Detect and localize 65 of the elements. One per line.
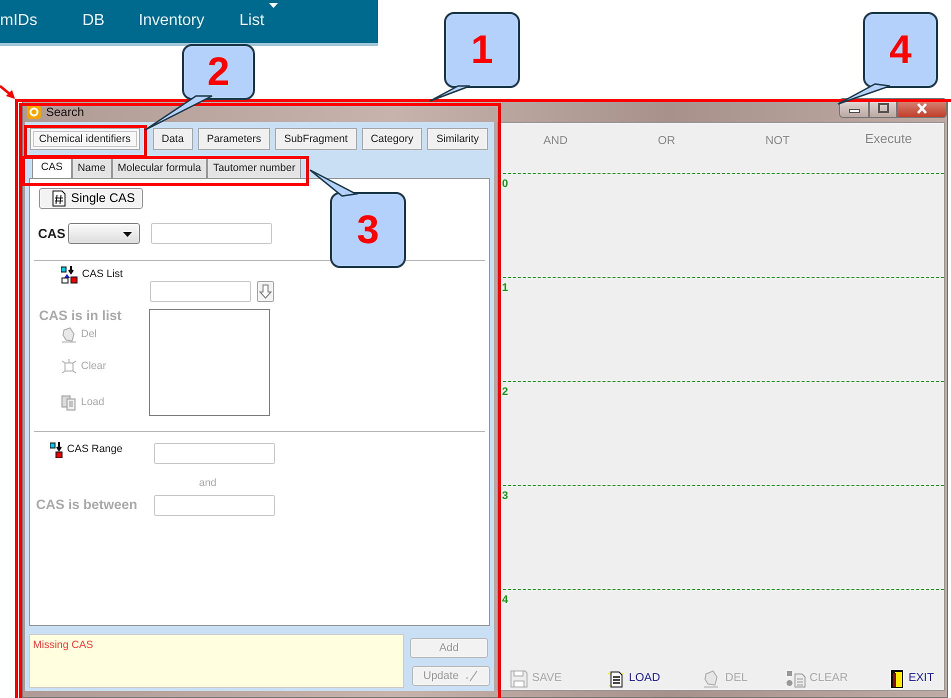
- callout: 2: [182, 44, 255, 100]
- input-field[interactable]: [150, 281, 251, 302]
- callout: 1: [444, 12, 520, 88]
- hash-document-icon: [52, 190, 66, 207]
- toolbar-button[interactable]: EXIT: [890, 669, 934, 689]
- column-heading: Execute: [864, 130, 913, 148]
- tab[interactable]: Category: [362, 128, 422, 150]
- field-label: CAS: [38, 224, 66, 243]
- lane-number: 2: [502, 386, 508, 398]
- toolbar-button[interactable]: List: [239, 9, 278, 43]
- callout-pointer: [310, 170, 356, 196]
- section-heading: CAS is between: [36, 496, 138, 514]
- input-field[interactable]: [154, 495, 275, 516]
- app-icon: [27, 105, 41, 119]
- maximize-icon: [878, 103, 888, 113]
- lane-number: 3: [502, 490, 508, 502]
- arrow: [0, 84, 16, 100]
- caret-icon: [123, 232, 132, 237]
- callout: 3: [330, 192, 406, 268]
- check-icon: [464, 670, 479, 682]
- column-heading: AND: [542, 134, 569, 149]
- callout-pointer: [145, 96, 212, 130]
- range-icon: [50, 442, 63, 458]
- callout: 4: [863, 12, 938, 88]
- close-icon: [917, 102, 927, 114]
- status-message: Missing CAS: [29, 634, 404, 688]
- tab[interactable]: Name: [72, 158, 112, 178]
- document-icon: [606, 670, 625, 688]
- tab[interactable]: SubFragment: [275, 128, 357, 150]
- lane-number: 1: [502, 282, 508, 294]
- door-icon: [890, 669, 904, 689]
- dropdown[interactable]: [68, 223, 140, 244]
- tab[interactable]: Chemical identifiers: [30, 128, 140, 150]
- toolbar-button[interactable]: Inventory: [138, 9, 204, 43]
- tab[interactable]: Molecular formula: [112, 158, 208, 178]
- section-label: CAS Range: [67, 442, 122, 458]
- single-cas-button[interactable]: Single CAS: [39, 188, 143, 209]
- tab[interactable]: Data: [152, 128, 193, 150]
- tab[interactable]: Tautomer number: [207, 158, 302, 178]
- shapes-icon: [786, 670, 806, 688]
- hand-icon: [61, 327, 77, 343]
- input-field[interactable]: [151, 223, 272, 244]
- tab[interactable]: Parameters: [198, 128, 270, 150]
- document-icon: [61, 395, 77, 411]
- down-arrow-button[interactable]: [257, 281, 274, 302]
- toolbar-button[interactable]: DB: [82, 9, 105, 43]
- column-heading: NOT: [764, 134, 791, 149]
- spark-icon: [61, 359, 77, 375]
- caret-icon: [269, 3, 278, 8]
- minimize-icon: [848, 109, 860, 113]
- joiner-text: and: [199, 476, 217, 491]
- toolbar-button[interactable]: LOAD: [606, 670, 660, 688]
- list-box[interactable]: [149, 309, 270, 416]
- toolbar-button[interactable]: mIDs: [0, 9, 38, 43]
- callout-pointer: [838, 84, 890, 104]
- window-title: Search: [46, 104, 84, 121]
- section-heading: CAS is in list: [39, 307, 122, 325]
- tab[interactable]: Similarity: [427, 128, 488, 150]
- lane-number: 0: [502, 178, 508, 190]
- lane-number: 4: [502, 594, 508, 606]
- input-field[interactable]: [154, 443, 275, 464]
- column-heading: OR: [656, 134, 676, 149]
- callout-pointer: [430, 86, 470, 101]
- section-label: CAS List: [82, 267, 123, 282]
- list-icon: [61, 266, 78, 284]
